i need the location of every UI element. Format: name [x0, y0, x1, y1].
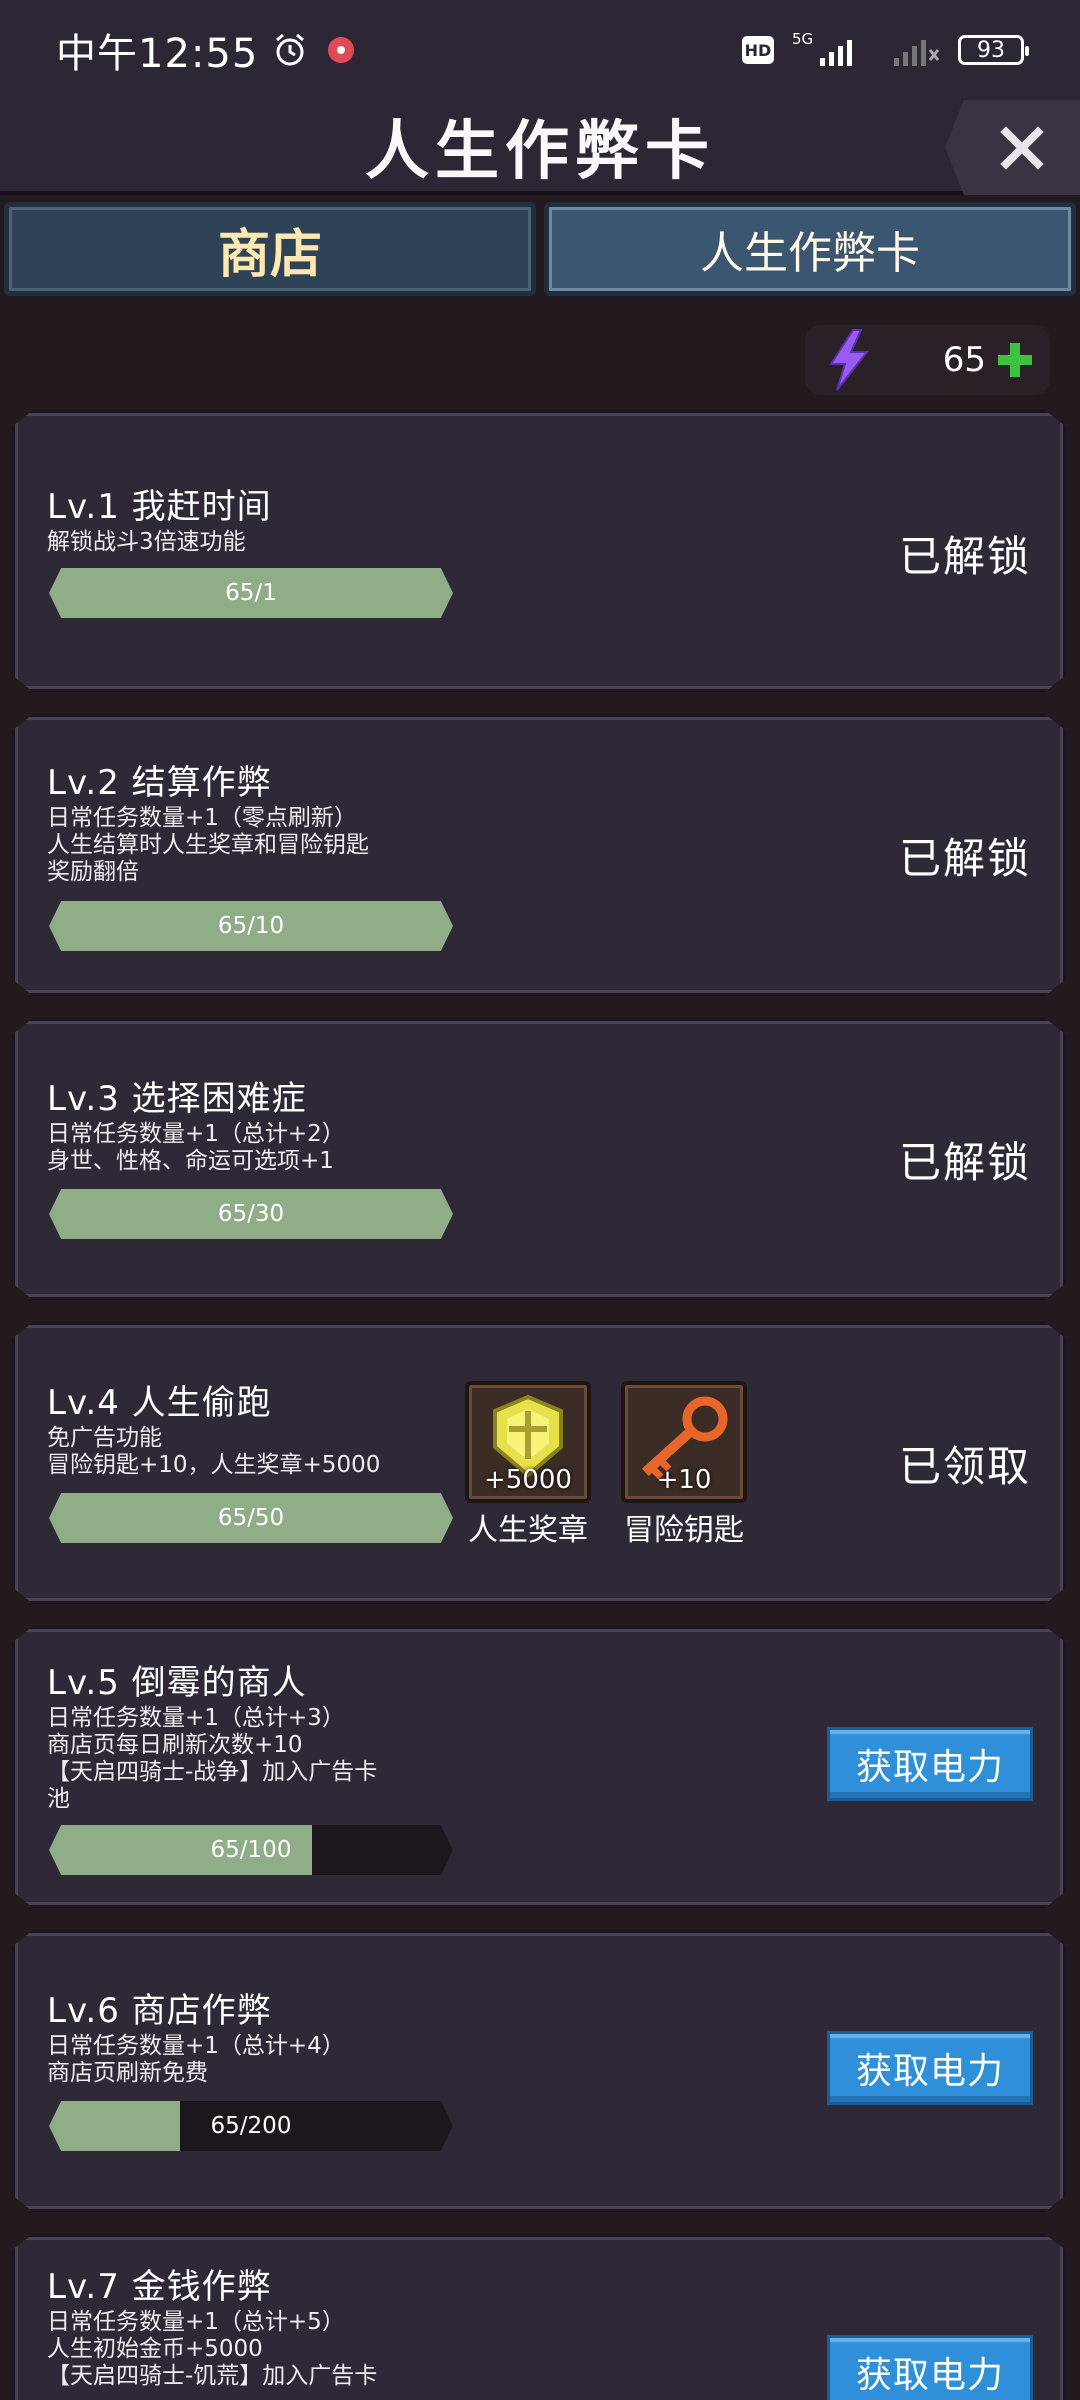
alarm-icon [276, 33, 305, 66]
tab-cheat-cards[interactable]: 人生作弊卡 [544, 202, 1076, 296]
card-title: Lv.7 金钱作弊 [47, 2267, 272, 2307]
energy-count: 65 [942, 340, 986, 380]
card-desc-line: 日常任务数量+1（总计+4） [47, 2033, 345, 2059]
progress-text: 65/30 [217, 1201, 285, 1227]
progress-bar: 65/10 [49, 901, 453, 951]
get-power-button[interactable]: 获取电力 [827, 2335, 1033, 2400]
card-title: Lv.4 人生偷跑 [47, 1383, 272, 1423]
card-description: 解锁战斗3倍速功能 [47, 529, 477, 556]
tab-shop-label: 商店 [217, 224, 322, 285]
signal-icon: 5G [792, 30, 852, 66]
status-time: 中午12:55 [56, 31, 259, 77]
status-unlocked: 已解锁 [898, 532, 1031, 581]
card-desc-line: 奖励翻倍 [47, 859, 139, 885]
card-description: 日常任务数量+1（零点刷新） 人生结算时人生奖章和冒险钥匙 奖励翻倍 [47, 805, 477, 886]
title-bar: 人生作弊卡 [0, 100, 1080, 195]
progress-text: 65/100 [210, 1837, 292, 1863]
reward-label: 冒险钥匙 [624, 1513, 744, 1548]
reward-medal: +5000 人生奖章 [465, 1381, 591, 1549]
card-desc-line: 冒险钥匙+10，人生奖章+5000 [47, 1452, 381, 1478]
progress-text: 65/10 [217, 913, 285, 939]
lightning-icon [829, 329, 870, 391]
card-desc-line: 解锁战斗3倍速功能 [47, 529, 246, 555]
tab-cheat-cards-label: 人生作弊卡 [700, 228, 920, 279]
cheat-card-lv3: Lv.3 选择困难症 日常任务数量+1（总计+2） 身世、性格、命运可选项+1 … [12, 1018, 1066, 1300]
card-description: 日常任务数量+1（总计+4） 商店页刷新免费 [47, 2033, 477, 2087]
progress-bar: 65/1 [49, 568, 453, 618]
reward-label: 人生奖章 [468, 1513, 588, 1548]
reward-key-box: +10 [621, 1381, 747, 1503]
card-desc-line: 【天启四骑士-战争】加入广告卡 [47, 1759, 378, 1785]
card-desc-line: 日常任务数量+1（总计+5） [47, 2309, 345, 2335]
card-title: Lv.1 我赶时间 [47, 487, 272, 527]
card-description: 日常任务数量+1（总计+5） 人生初始金币+5000 【天启四骑士-饥荒】加入广… [47, 2309, 477, 2390]
card-description: 日常任务数量+1（总计+2） 身世、性格、命运可选项+1 [47, 1121, 477, 1175]
reward-key: +10 冒险钥匙 [621, 1381, 747, 1549]
cheat-card-lv1: Lv.1 我赶时间 解锁战斗3倍速功能 65/1 已解锁 [12, 410, 1066, 692]
card-description: 日常任务数量+1（总计+3） 商店页每日刷新次数+10 【天启四骑士-战争】加入… [47, 1705, 477, 1813]
card-desc-line: 商店页刷新免费 [47, 2060, 208, 2086]
card-desc-line: 人生结算时人生奖章和冒险钥匙 [47, 832, 369, 858]
tab-bar: 商店 人生作弊卡 [0, 202, 1080, 300]
cheat-card-lv4: Lv.4 人生偷跑 免广告功能 冒险钥匙+10，人生奖章+5000 65/50 … [12, 1322, 1066, 1604]
card-desc-line: 日常任务数量+1（总计+3） [47, 1705, 345, 1731]
reward-qty: +10 [656, 1465, 712, 1495]
card-desc-line: 池 [47, 1786, 70, 1812]
cheat-card-lv7: Lv.7 金钱作弊 日常任务数量+1（总计+5） 人生初始金币+5000 【天启… [12, 2234, 1066, 2400]
progress-bar: 65/50 [49, 1493, 453, 1543]
close-button[interactable] [945, 100, 1080, 195]
progress-bar: 65/100 [49, 1825, 453, 1875]
get-power-button[interactable]: 获取电力 [827, 1727, 1033, 1801]
card-title: Lv.5 倒霉的商人 [47, 1663, 307, 1703]
status-right-group: HD 5G 93 [742, 30, 1029, 70]
progress-bar: 65/30 [49, 1189, 453, 1239]
card-desc-line: 日常任务数量+1（总计+2） [47, 1121, 345, 1147]
cheat-card-lv6: Lv.6 商店作弊 日常任务数量+1（总计+4） 商店页刷新免费 65/200 … [12, 1930, 1066, 2212]
card-title: Lv.6 商店作弊 [47, 1991, 272, 2031]
network-label: 5G [792, 30, 813, 48]
status-claimed: 已领取 [898, 1442, 1031, 1491]
progress-text: 65/200 [210, 2113, 292, 2139]
cheat-card-lv2: Lv.2 结算作弊 日常任务数量+1（零点刷新） 人生结算时人生奖章和冒险钥匙 … [12, 714, 1066, 996]
page-title: 人生作弊卡 [365, 114, 715, 189]
tab-shop[interactable]: 商店 [4, 202, 536, 296]
card-desc-line: 商店页每日刷新次数+10 [47, 1732, 303, 1758]
card-desc-line: 【天启四骑士-饥荒】加入广告卡 [47, 2363, 378, 2389]
status-unlocked: 已解锁 [898, 1138, 1031, 1187]
card-desc-line: 人生初始金币+5000 [47, 2336, 263, 2362]
close-icon [999, 125, 1044, 170]
card-desc-line: 身世、性格、命运可选项+1 [47, 1148, 334, 1174]
progress-bar: 65/200 [49, 2101, 453, 2151]
plus-icon[interactable] [998, 343, 1032, 377]
status-bar: 中午12:55 HD 5G 93 [0, 0, 1080, 100]
wifi-icon [894, 40, 940, 66]
recording-icon [328, 37, 355, 63]
energy-counter: 65 [805, 325, 1050, 395]
cheat-card-lv5: Lv.5 倒霉的商人 日常任务数量+1（总计+3） 商店页每日刷新次数+10 【… [12, 1626, 1066, 1908]
card-title: Lv.2 结算作弊 [47, 763, 272, 803]
battery-icon: 93 [958, 35, 1029, 65]
progress-text: 65/50 [217, 1505, 285, 1531]
progress-text: 65/1 [225, 580, 277, 606]
card-desc-line: 免广告功能 [47, 1425, 162, 1451]
card-title: Lv.3 选择困难症 [47, 1079, 307, 1119]
get-power-button[interactable]: 获取电力 [827, 2031, 1033, 2105]
status-unlocked: 已解锁 [898, 834, 1031, 883]
reward-medal-box: +5000 [465, 1381, 591, 1503]
card-description: 免广告功能 冒险钥匙+10，人生奖章+5000 [47, 1425, 477, 1479]
reward-qty: +5000 [484, 1465, 572, 1495]
hd-badge: HD [742, 36, 774, 64]
card-desc-line: 日常任务数量+1（零点刷新） [47, 805, 357, 831]
